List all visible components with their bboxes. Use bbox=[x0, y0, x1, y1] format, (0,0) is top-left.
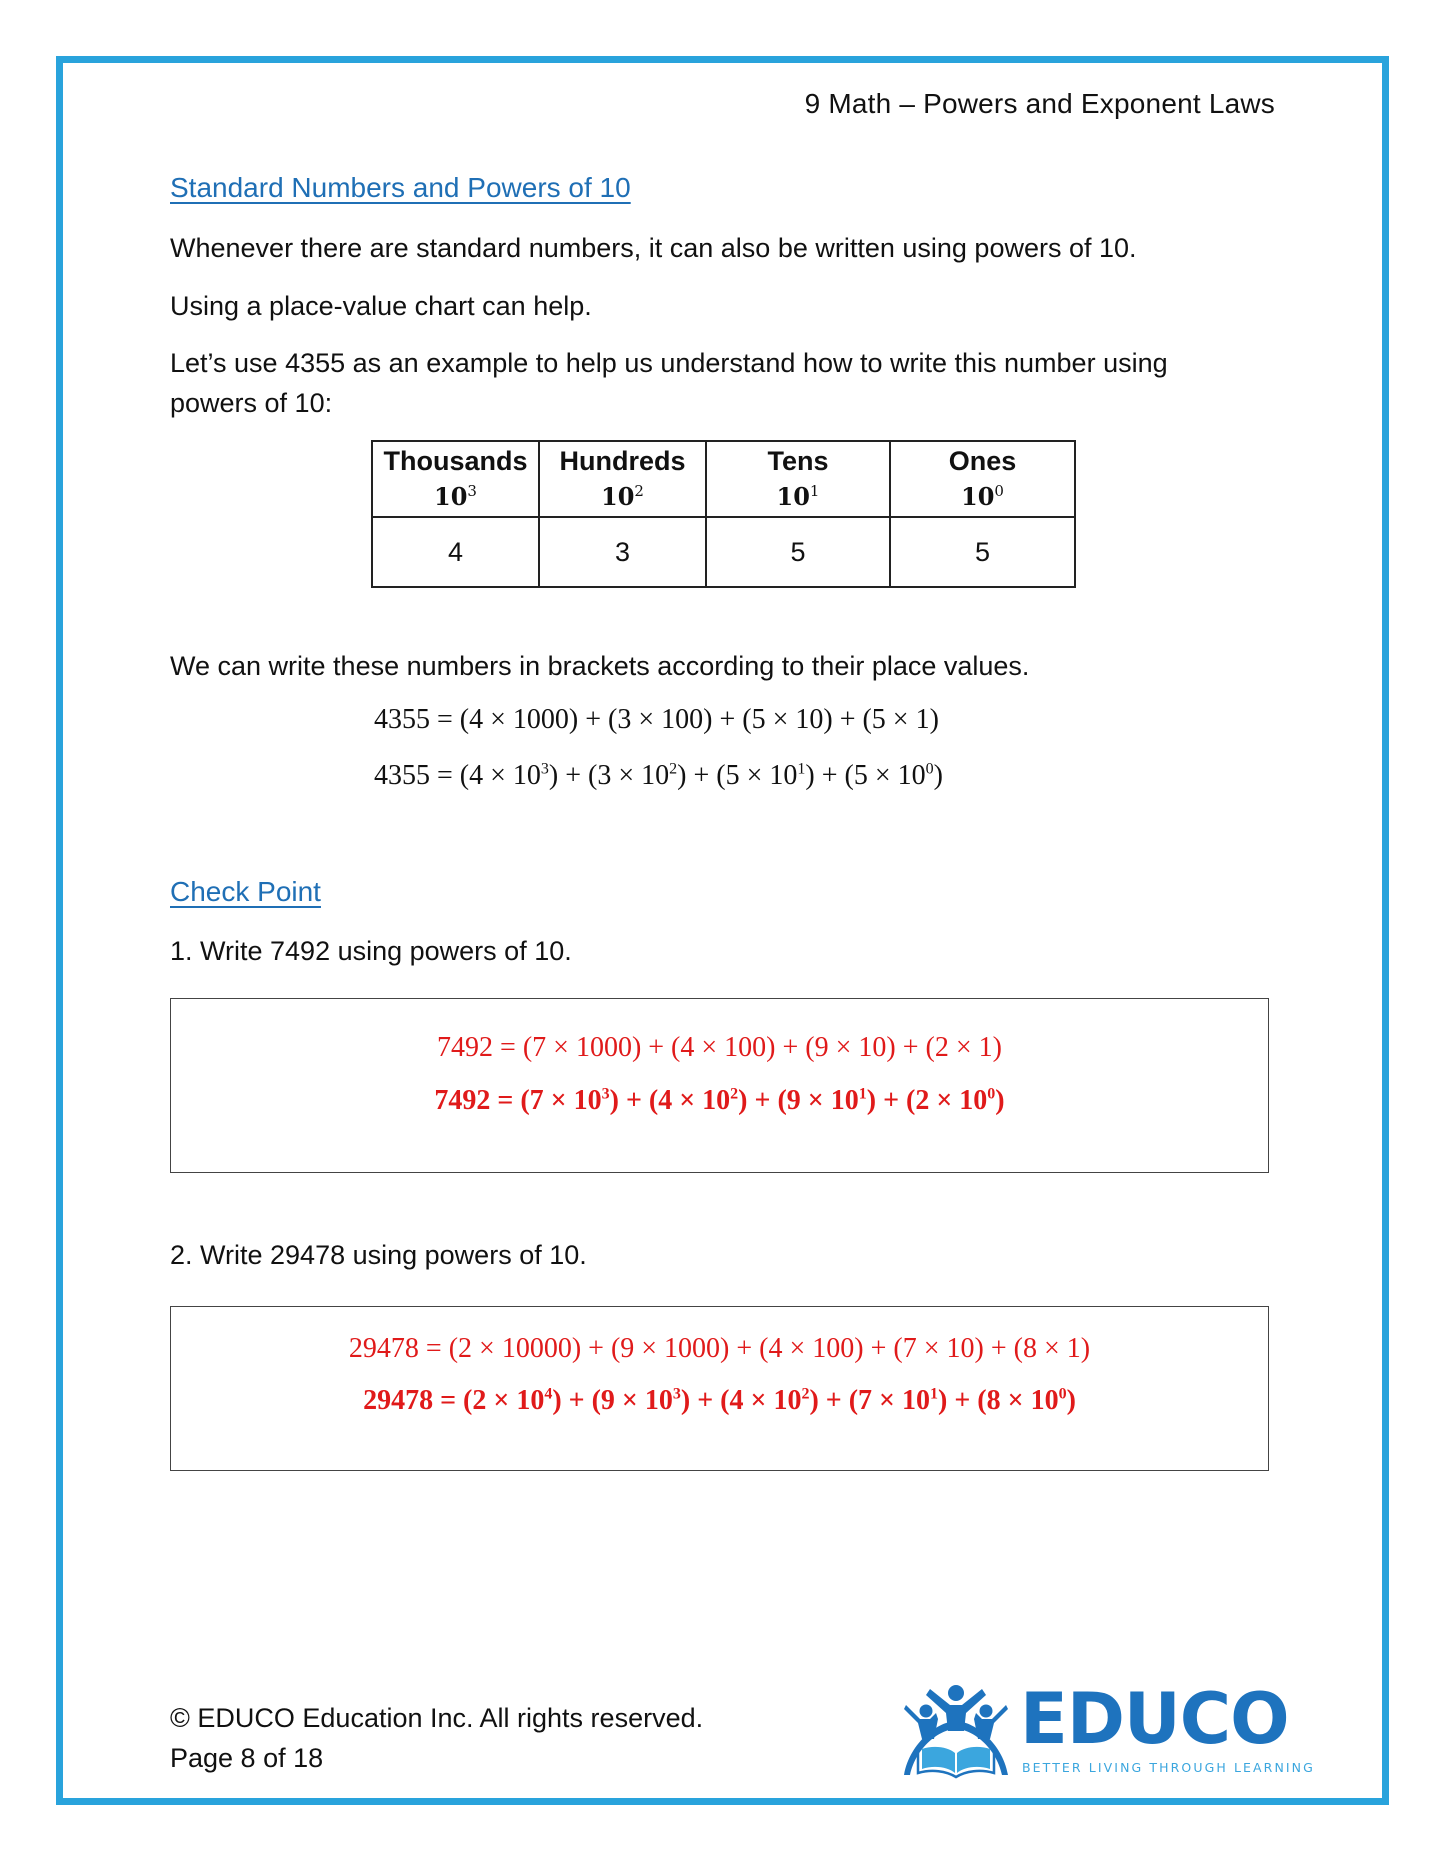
answer-expanded-equation: 7492 = (7 × 1000) + (4 × 100) + (9 × 10)… bbox=[437, 1032, 1002, 1063]
power-exponent: 0 bbox=[994, 482, 1004, 500]
equation-lhs: 4355 = bbox=[374, 760, 460, 791]
place-value-digit-cell: 4 bbox=[371, 516, 540, 588]
place-value-digit-cell: 3 bbox=[538, 516, 707, 588]
equation-term: + (9 × 101) bbox=[747, 1085, 877, 1116]
equation-term: + (7 × 101) bbox=[818, 1385, 948, 1416]
example-paragraph-line1: Let’s use 4355 as an example to help us … bbox=[170, 348, 1168, 378]
power-exponent: 2 bbox=[634, 482, 644, 500]
place-value-digit-cell: 5 bbox=[705, 516, 891, 588]
term-exponent: 2 bbox=[669, 760, 678, 778]
answer-expanded-equation: 29478 = (2 × 10000) + (9 × 1000) + (4 × … bbox=[348, 1333, 1091, 1364]
equation-term: + (3 × 102) bbox=[558, 760, 687, 791]
equation-term: (2 × 104) bbox=[463, 1385, 562, 1416]
term-exponent: 2 bbox=[801, 1385, 810, 1403]
place-value-header-row: Thousands 103 Hundreds 102 Tens 101 Ones… bbox=[371, 440, 1076, 518]
footer-copyright: © EDUCO Education Inc. All rights reserv… bbox=[170, 1703, 704, 1733]
equation-term: + (5 × 100) bbox=[814, 760, 943, 791]
column-name: Hundreds bbox=[559, 446, 686, 476]
answer-powers-equation: 29478 = (2 × 104) + (9 × 103) + (4 × 102… bbox=[171, 1385, 1268, 1417]
term-exponent: 3 bbox=[540, 760, 549, 778]
place-value-header-cell: Ones 100 bbox=[889, 440, 1076, 518]
educo-logo: EDUCO BETTER LIVING THROUGH LEARNING bbox=[900, 1677, 1313, 1787]
column-power: 102 bbox=[540, 476, 705, 512]
term-exponent: 0 bbox=[987, 1085, 996, 1103]
question-1-prompt: 1. Write 7492 using powers of 10. bbox=[170, 936, 572, 966]
power-base: 10 bbox=[601, 482, 635, 511]
term-exponent: 1 bbox=[797, 760, 806, 778]
equation-lhs: 29478 = bbox=[363, 1385, 464, 1416]
footer-page-number: Page 8 of 18 bbox=[170, 1743, 324, 1773]
power-base: 10 bbox=[961, 482, 995, 511]
logo-wordmark: EDUCO bbox=[1020, 1678, 1290, 1760]
place-value-digit-row: 4 3 5 5 bbox=[371, 516, 1076, 588]
power-base: 10 bbox=[434, 482, 468, 511]
example-expanded-equation: 4355 = (4 × 1000) + (3 × 100) + (5 × 10)… bbox=[374, 704, 939, 735]
term-exponent: 3 bbox=[672, 1385, 681, 1403]
example-paragraph-line2: powers of 10: bbox=[170, 388, 333, 418]
equation-term: + (2 × 100) bbox=[876, 1085, 1005, 1116]
power-exponent: 1 bbox=[809, 482, 820, 500]
column-power: 100 bbox=[891, 476, 1074, 512]
question-1-answer-box: 7492 = (7 × 1000) + (4 × 100) + (9 × 10)… bbox=[170, 998, 1269, 1173]
place-value-header-cell: Thousands 103 bbox=[371, 440, 540, 518]
example-powers-equation: 4355 = (4 × 103) + (3 × 102) + (5 × 101)… bbox=[374, 760, 943, 792]
equation-term: (4 × 103) bbox=[459, 760, 559, 791]
power-base: 10 bbox=[776, 482, 810, 511]
intro-paragraph: Whenever there are standard numbers, it … bbox=[170, 233, 1137, 263]
question-2-prompt: 2. Write 29478 using powers of 10. bbox=[170, 1240, 587, 1270]
term-exponent: 1 bbox=[930, 1385, 939, 1403]
equation-term: + (5 × 101) bbox=[686, 760, 815, 791]
column-name: Thousands bbox=[383, 446, 528, 476]
term-exponent: 1 bbox=[858, 1085, 867, 1103]
equation-term: + (9 × 103) bbox=[561, 1385, 691, 1416]
term-exponent: 2 bbox=[730, 1085, 739, 1103]
section-heading: Standard Numbers and Powers of 10 bbox=[170, 172, 631, 203]
place-value-header-cell: Tens 101 bbox=[705, 440, 891, 518]
term-exponent: 4 bbox=[544, 1385, 553, 1403]
question-2-answer-box: 29478 = (2 × 10000) + (9 × 1000) + (4 × … bbox=[170, 1306, 1269, 1471]
term-exponent: 3 bbox=[601, 1085, 610, 1103]
bracket-intro-paragraph: We can write these numbers in brackets a… bbox=[170, 651, 1030, 681]
equation-term: + (4 × 102) bbox=[690, 1385, 819, 1416]
place-value-digit-cell: 5 bbox=[889, 516, 1076, 588]
equation-term: + (8 × 100) bbox=[947, 1385, 1076, 1416]
column-name: Ones bbox=[948, 446, 1017, 476]
logo-tagline: BETTER LIVING THROUGH LEARNING bbox=[1022, 1760, 1315, 1775]
equation-lhs: 7492 = bbox=[434, 1085, 521, 1116]
place-value-table: Thousands 103 Hundreds 102 Tens 101 Ones… bbox=[371, 440, 1076, 588]
check-point-heading: Check Point bbox=[170, 876, 321, 907]
answer-powers-equation: 7492 = (7 × 103) + (4 × 102) + (9 × 101)… bbox=[171, 1085, 1268, 1117]
people-over-open-book-icon bbox=[904, 1685, 1008, 1779]
equation-term: (7 × 103) bbox=[520, 1085, 619, 1116]
hint-paragraph: Using a place-value chart can help. bbox=[170, 291, 592, 321]
column-name: Tens bbox=[767, 446, 829, 476]
term-exponent: 0 bbox=[925, 760, 934, 778]
place-value-header-cell: Hundreds 102 bbox=[538, 440, 707, 518]
power-exponent: 3 bbox=[467, 482, 477, 500]
column-power: 103 bbox=[373, 476, 538, 512]
term-exponent: 0 bbox=[1058, 1385, 1067, 1403]
document-header-title: 9 Math – Powers and Exponent Laws bbox=[804, 88, 1275, 119]
column-power: 101 bbox=[707, 476, 889, 512]
equation-term: + (4 × 102) bbox=[618, 1085, 748, 1116]
